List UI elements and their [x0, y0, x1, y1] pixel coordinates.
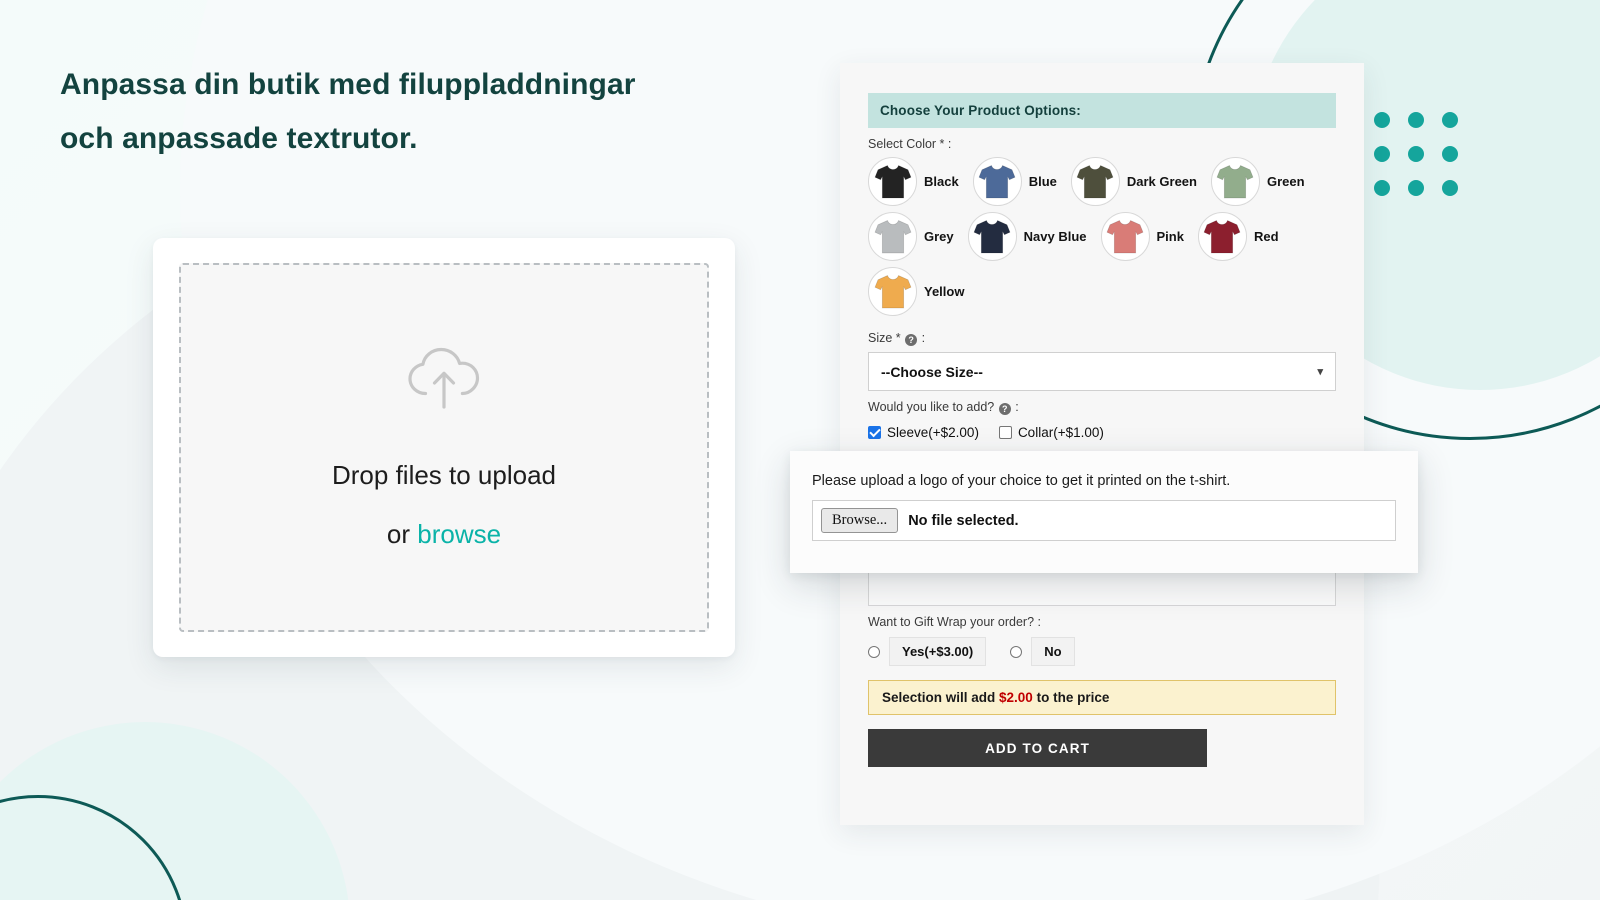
addons-label: Would you like to add? ? : — [868, 400, 1336, 415]
color-option-label: Grey — [924, 229, 954, 244]
giftwrap-option-label: No — [1031, 637, 1075, 666]
addon-label: Sleeve(+$2.00) — [887, 425, 979, 440]
radio-circle[interactable] — [868, 645, 880, 658]
dot — [1442, 112, 1458, 128]
tshirt-swatch-icon — [868, 157, 917, 206]
dropzone-browse-line: or browse — [387, 519, 501, 550]
tshirt-swatch-icon — [868, 212, 917, 261]
or-label: or — [386, 519, 418, 549]
dot — [1442, 180, 1458, 196]
select-color-label: Select Color * : — [868, 137, 952, 151]
notice-prefix: Selection will add — [882, 690, 1000, 705]
giftwrap-label: Want to Gift Wrap your order? : — [868, 615, 1041, 629]
color-option-label: Green — [1266, 174, 1305, 189]
product-options-panel: Choose Your Product Options: Select Colo… — [840, 63, 1364, 825]
giftwrap-radio-group: Yes(+$3.00) No — [868, 637, 1336, 666]
addons-label-text: Would you like to add? — [868, 400, 998, 414]
addon-checkbox-collar[interactable]: Collar(+$1.00) — [998, 425, 1104, 440]
notice-suffix: to the price — [1032, 690, 1110, 705]
color-option-yellow[interactable]: Yellow — [868, 267, 964, 316]
size-label: Size * ? : — [868, 331, 1336, 346]
giftwrap-option-label: Yes(+$3.00) — [889, 637, 987, 666]
size-label-suffix: : — [918, 331, 926, 345]
product-options-header: Choose Your Product Options: — [868, 93, 1336, 128]
color-option-label: Dark Green — [1126, 174, 1197, 189]
color-option-dark-green[interactable]: Dark Green — [1070, 157, 1197, 206]
color-option-blue[interactable]: Blue — [972, 157, 1057, 206]
question-mark-icon[interactable]: ? — [998, 403, 1011, 415]
addon-label: Collar(+$1.00) — [1017, 425, 1104, 440]
dropzone-title: Drop files to upload — [331, 460, 557, 490]
tshirt-swatch-icon — [1210, 157, 1260, 206]
cloud-upload-icon — [405, 345, 483, 416]
decorative-dot-grid — [1374, 112, 1458, 196]
file-upload-card: Drop files to upload or browse — [153, 238, 735, 657]
color-swatch-list: Black Blue Dark Green Green Grey Navy Blue Pin… — [868, 157, 1336, 322]
chevron-down-icon: ▾ — [1317, 366, 1323, 378]
dot — [1408, 180, 1424, 196]
dot — [1442, 146, 1458, 162]
size-select[interactable]: --Choose Size-- ▾ — [868, 352, 1336, 391]
addons-label-suffix: : — [1011, 400, 1019, 414]
color-option-label: Navy Blue — [1023, 229, 1087, 244]
dot — [1374, 112, 1390, 128]
tshirt-swatch-icon — [1100, 212, 1150, 261]
giftwrap-radio-yes[interactable]: Yes(+$3.00) — [868, 637, 987, 666]
logo-upload-overlay: Please upload a logo of your choice to g… — [790, 451, 1418, 573]
tshirt-swatch-icon — [1197, 212, 1247, 261]
logo-upload-note: Please upload a logo of your choice to g… — [812, 473, 1231, 489]
addon-checkbox-sleeve[interactable]: Sleeve(+$2.00) — [868, 425, 979, 440]
browse-link[interactable]: browse — [417, 519, 501, 549]
dot — [1408, 112, 1424, 128]
tshirt-swatch-icon — [1070, 157, 1120, 206]
color-option-label: Black — [924, 174, 959, 189]
addons-checkbox-group: Sleeve(+$2.00) Collar(+$1.00) — [868, 425, 1336, 440]
page-headline: Anpassa din butik med filuppladdningar o… — [60, 68, 636, 155]
slogan-input[interactable] — [868, 572, 1336, 606]
tshirt-swatch-icon — [967, 212, 1017, 261]
checkbox-box[interactable] — [868, 426, 881, 439]
color-option-green[interactable]: Green — [1210, 157, 1305, 206]
dot — [1374, 146, 1390, 162]
color-option-label: Pink — [1156, 229, 1184, 244]
add-to-cart-button[interactable]: ADD TO CART — [868, 729, 1207, 767]
dot — [1374, 180, 1390, 196]
browse-button[interactable]: Browse... — [821, 508, 899, 533]
radio-circle[interactable] — [1010, 645, 1023, 658]
size-select-value: --Choose Size-- — [881, 363, 983, 380]
giftwrap-radio-no[interactable]: No — [1010, 637, 1075, 666]
color-option-black[interactable]: Black — [868, 157, 959, 206]
file-status-label: No file selected. — [908, 512, 1019, 529]
tshirt-swatch-icon — [972, 157, 1022, 206]
price-notice: Selection will add $2.00 to the price — [868, 680, 1336, 715]
question-mark-icon[interactable]: ? — [905, 334, 918, 346]
color-option-red[interactable]: Red — [1197, 212, 1279, 261]
color-option-label: Yellow — [924, 284, 965, 299]
notice-amount: $2.00 — [999, 690, 1033, 705]
color-option-navy-blue[interactable]: Navy Blue — [967, 212, 1087, 261]
logo-file-input[interactable]: Browse... No file selected. — [812, 500, 1396, 541]
tshirt-swatch-icon — [868, 267, 917, 316]
color-option-pink[interactable]: Pink — [1100, 212, 1184, 261]
checkbox-box[interactable] — [998, 426, 1012, 439]
file-dropzone[interactable]: Drop files to upload or browse — [179, 263, 709, 632]
color-option-label: Blue — [1028, 174, 1057, 189]
color-option-grey[interactable]: Grey — [868, 212, 954, 261]
color-option-label: Red — [1253, 229, 1279, 244]
dot — [1408, 146, 1424, 162]
size-label-text: Size * — [868, 331, 905, 345]
